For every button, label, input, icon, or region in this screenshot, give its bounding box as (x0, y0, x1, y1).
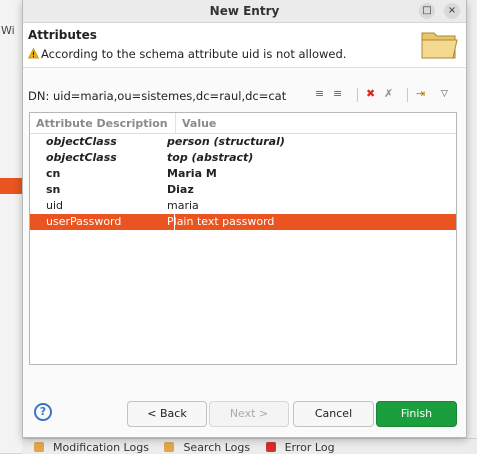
column-header-value[interactable]: Value (182, 117, 216, 130)
title-bar: New Entry □ × (23, 0, 466, 23)
tab-error-log[interactable]: Error Log (260, 440, 335, 454)
attribute-value: Diaz (167, 183, 194, 196)
attribute-name: objectClass (46, 135, 117, 148)
table-row[interactable]: cn Maria M (30, 166, 456, 182)
help-button[interactable]: ? (34, 403, 52, 421)
folder-icon (421, 32, 458, 59)
expand-icon[interactable]: ⇥ (416, 86, 425, 102)
table-row[interactable]: uid maria (30, 198, 456, 214)
toolbar-separator (357, 88, 358, 102)
column-header-attribute[interactable]: Attribute Description (36, 117, 168, 130)
attribute-name: userPassword (46, 215, 122, 228)
toolbar-separator (407, 88, 408, 102)
table-body: objectClass person (structural) objectClas… (30, 134, 456, 230)
attribute-name: cn (46, 167, 61, 180)
new-attribute-icon[interactable]: ≡ (333, 86, 342, 102)
table-row[interactable]: sn Diaz (30, 182, 456, 198)
table-row[interactable]: userPassword Plain text password (30, 214, 456, 230)
next-button: Next > (209, 401, 289, 427)
error-icon (265, 442, 276, 452)
button-bar: ? < Back Next > Cancel Finish (23, 395, 466, 433)
page-title: Attributes (28, 28, 97, 42)
dn-label: DN: uid=maria,ou=sistemes,dc=raul,dc=cat (28, 89, 287, 103)
dialog-title: New Entry (209, 4, 280, 18)
delete-icon[interactable]: ✖ (366, 86, 375, 102)
attribute-value: maria (167, 199, 199, 212)
column-divider (175, 113, 176, 133)
background-bottom-tabs: Modification Logs Search Logs Error Log (22, 438, 477, 454)
table-row[interactable]: objectClass person (structural) (30, 134, 456, 150)
finish-button[interactable]: Finish (376, 401, 457, 427)
new-value-icon[interactable]: ≡ (315, 86, 324, 102)
attribute-name: objectClass (46, 151, 117, 164)
attributes-table[interactable]: Attribute Description Value objectClass p… (29, 112, 457, 365)
warning-message: According to the schema attribute uid is… (28, 47, 346, 61)
warning-icon (28, 48, 39, 59)
background-window-label: Wi (1, 24, 15, 37)
table-row[interactable]: objectClass top (abstract) (30, 150, 456, 166)
wizard-header: Attributes According to the schema attri… (23, 23, 466, 68)
view-menu-icon[interactable]: ▽ (441, 86, 448, 102)
attribute-value: Maria M (167, 167, 217, 180)
background-app-left (0, 0, 23, 453)
cancel-button[interactable]: Cancel (293, 401, 374, 427)
attribute-value: Plain text password (167, 215, 275, 228)
close-button[interactable]: × (444, 3, 460, 19)
tab-modification-logs[interactable]: Modification Logs (28, 440, 149, 454)
new-entry-dialog: New Entry □ × Attributes According to th… (22, 0, 467, 438)
back-button[interactable]: < Back (127, 401, 207, 427)
attribute-name: sn (46, 183, 61, 196)
maximize-button[interactable]: □ (419, 3, 435, 19)
delete-all-icon[interactable]: ✗ (384, 86, 393, 102)
attribute-value: top (abstract) (167, 151, 254, 164)
attribute-name: uid (46, 199, 64, 212)
tab-search-logs[interactable]: Search Logs (158, 440, 250, 454)
background-selection (0, 178, 22, 194)
attribute-value: person (structural) (167, 135, 285, 148)
log-icon (164, 442, 175, 452)
log-icon (34, 442, 44, 452)
table-header: Attribute Description Value (30, 113, 456, 134)
